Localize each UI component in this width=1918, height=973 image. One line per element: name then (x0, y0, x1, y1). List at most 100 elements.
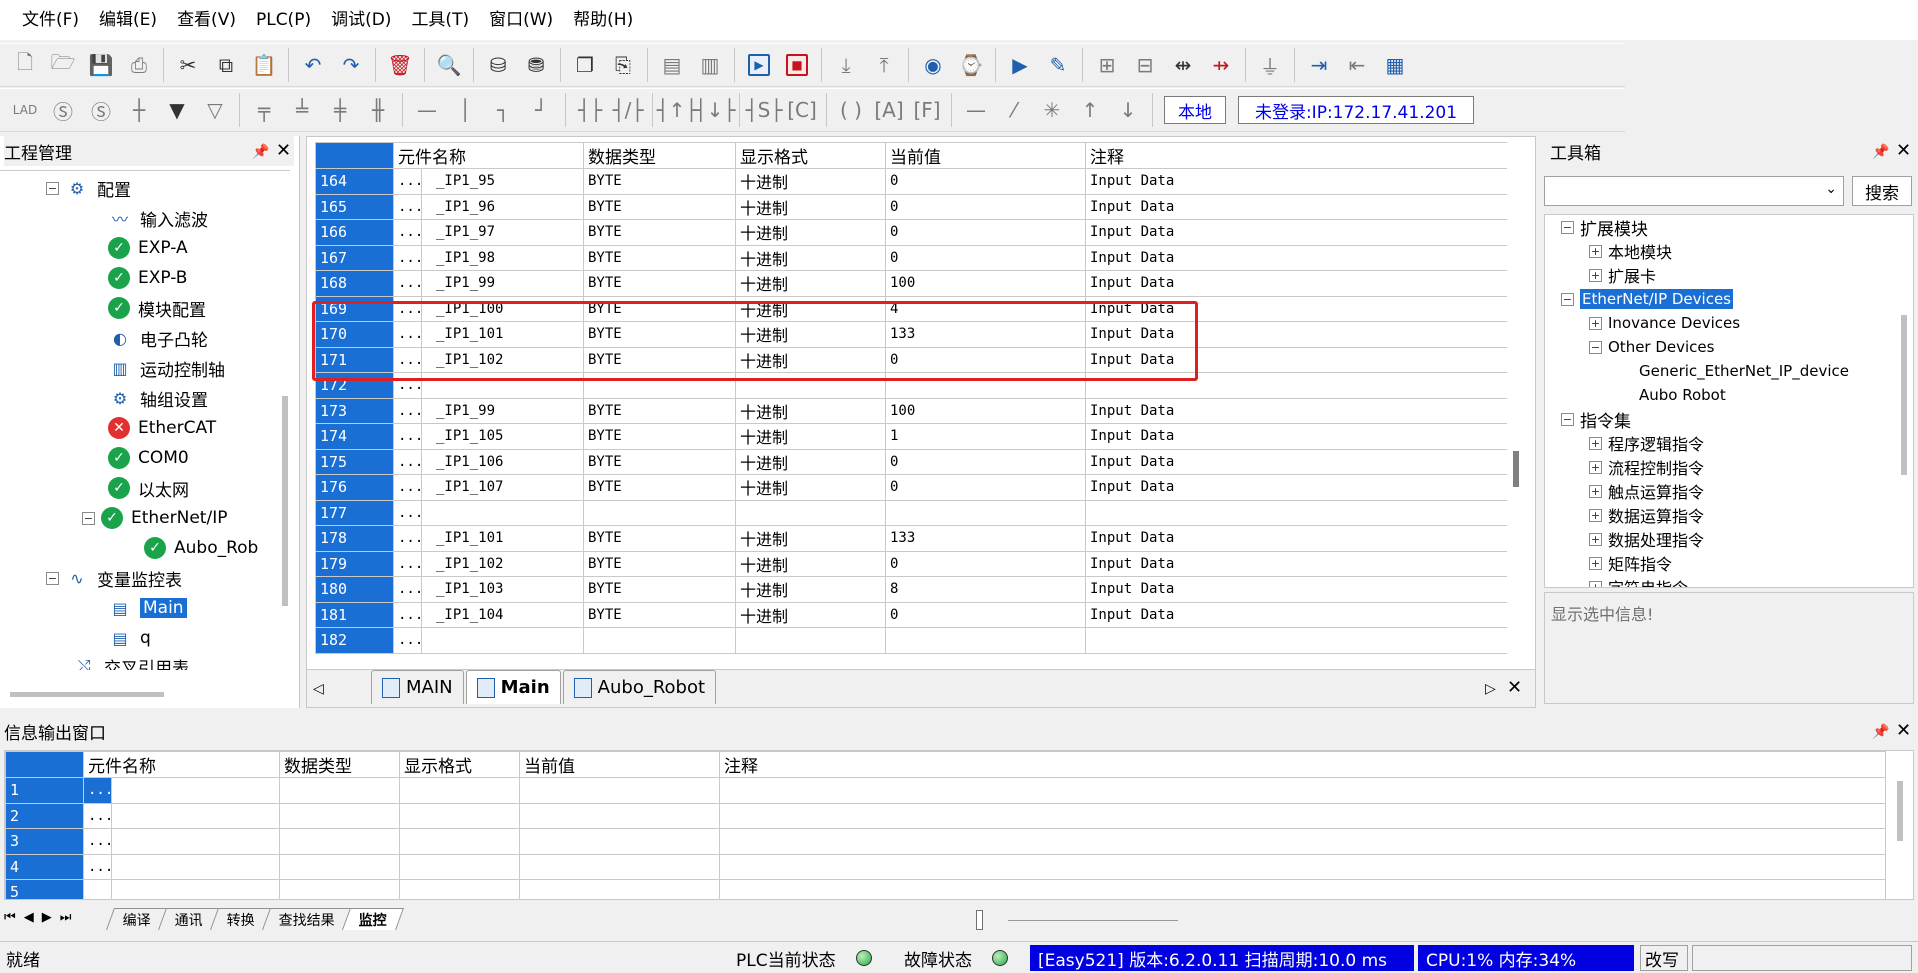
expand-icon[interactable]: + (1589, 508, 1602, 522)
collapse-icon[interactable]: − (1561, 220, 1574, 234)
cell-format[interactable]: 十进制 (735, 550, 886, 577)
menu-tools[interactable]: 工具(T) (401, 0, 479, 40)
expand-icon[interactable]: + (1589, 556, 1602, 570)
debug-run-icon[interactable]: ▶ (1003, 48, 1037, 82)
cell-note[interactable]: Input Data (1085, 219, 1507, 246)
upload-icon[interactable]: ⤒ (867, 48, 901, 82)
cell-note[interactable]: Input Data (1085, 576, 1507, 603)
coil-icon[interactable]: ( ) (834, 93, 868, 127)
cell-type[interactable]: BYTE (583, 219, 736, 246)
arrow-down-icon[interactable]: ↓ (1111, 93, 1145, 127)
tree-electronic-cam[interactable]: ◐ 电子凸轮 (108, 323, 208, 353)
output-hscroll-thumb[interactable] (976, 910, 983, 930)
row-number[interactable]: 178 (315, 525, 394, 552)
cell-value[interactable]: 0 (885, 601, 1086, 628)
cell-note[interactable]: Input Data (1085, 168, 1507, 195)
cell-note[interactable] (1085, 499, 1507, 526)
expand-icon[interactable]: + (1589, 460, 1602, 474)
toolbox-local-module[interactable]: + 本地模块 (1589, 239, 1672, 263)
network-config-icon[interactable]: ⊟ (1128, 48, 1162, 82)
menu-window[interactable]: 窗口(W) (479, 0, 563, 40)
expand-icon[interactable]: + (1589, 268, 1602, 282)
toolbox-inovance-devices[interactable]: + Inovance Devices (1589, 311, 1740, 335)
network-icon[interactable]: ⊞ (1090, 48, 1124, 82)
copy-icon[interactable]: ⧉ (209, 48, 243, 82)
table-row[interactable]: 177... (315, 499, 1507, 526)
cell-name[interactable] (421, 627, 584, 654)
cell-value[interactable]: 0 (885, 550, 1086, 577)
cell-name[interactable]: _IP1_97 (421, 219, 584, 246)
cell-value[interactable]: 0 (885, 448, 1086, 475)
nav-prev-icon[interactable]: ◀ (24, 910, 34, 925)
cell-value[interactable]: 133 (885, 525, 1086, 552)
cell-format[interactable]: 十进制 (735, 601, 886, 628)
cell-type[interactable]: BYTE (583, 423, 736, 450)
monitor-icon[interactable]: ◉ (916, 48, 950, 82)
undo-icon[interactable]: ↶ (296, 48, 330, 82)
cell-value[interactable]: 0 (885, 219, 1086, 246)
row-browse-button[interactable] (83, 879, 112, 899)
cell-format[interactable]: 十进制 (735, 244, 886, 271)
row-browse-button[interactable]: ... (83, 853, 112, 880)
connect-icon[interactable]: ⇹ (1166, 48, 1200, 82)
col-header-type[interactable]: 数据类型 (583, 142, 736, 169)
collapse-icon[interactable]: − (1589, 340, 1602, 354)
expand-icon[interactable]: + (1589, 484, 1602, 498)
pin-icon[interactable]: 📌 (1872, 724, 1889, 740)
toolbox-logic-instr[interactable]: + 程序逻辑指令 (1589, 431, 1704, 455)
col-header-name[interactable]: 元件名称 (83, 751, 280, 778)
collapse-icon[interactable]: − (82, 511, 95, 525)
cell-empty[interactable] (719, 777, 1886, 804)
col-header-format[interactable]: 显示格式 (735, 142, 886, 169)
disconnect-icon[interactable]: ⇸ (1204, 48, 1238, 82)
download-device-icon[interactable]: ⛃ (519, 48, 553, 82)
close-icon[interactable]: ✕ (1896, 140, 1911, 161)
compile-all-icon[interactable]: ▥ (693, 48, 727, 82)
col-header-note[interactable]: 注释 (1085, 142, 1507, 169)
row-number[interactable]: 5 (5, 879, 84, 899)
edit-online-icon[interactable]: ✎ (1041, 48, 1075, 82)
cell-empty[interactable] (279, 802, 400, 829)
search-icon[interactable]: 🔍 (432, 48, 466, 82)
expand-icon[interactable]: + (1589, 580, 1602, 587)
cell-format[interactable] (735, 499, 886, 526)
collapse-icon[interactable]: − (1561, 412, 1574, 426)
logout-icon[interactable]: ⇤ (1340, 48, 1374, 82)
lad-icon[interactable]: LAD (8, 93, 42, 127)
toolbox-generic-device[interactable]: Generic_EtherNet_IP_device (1639, 359, 1849, 383)
expand-icon[interactable]: + (1589, 436, 1602, 450)
nav-last-icon[interactable]: ⏭ (60, 910, 72, 925)
tab-main-upper[interactable]: MAIN (371, 670, 464, 704)
coil-c-icon[interactable]: [C] (785, 93, 819, 127)
row-browse-button[interactable]: ... (83, 802, 112, 829)
cell-empty[interactable] (399, 777, 520, 804)
cell-empty[interactable] (111, 802, 280, 829)
tab-scroll-right-icon[interactable]: ▷ (1485, 681, 1496, 697)
table-row[interactable]: 180... _IP1_103 BYTE 十进制 8 Input Data (315, 576, 1507, 603)
run-icon[interactable]: ▶ (742, 48, 776, 82)
cell-name[interactable]: _IP1_103 (421, 576, 584, 603)
tree-config[interactable]: − ⚙ 配置 (46, 173, 131, 203)
row-browse-button[interactable]: ... (393, 168, 422, 195)
cell-name[interactable]: _IP1_106 (421, 448, 584, 475)
table-row[interactable]: 179... _IP1_102 BYTE 十进制 0 Input Data (315, 550, 1507, 577)
row-browse-button[interactable]: ... (393, 448, 422, 475)
cell-name[interactable]: _IP1_99 (421, 270, 584, 297)
rung-icon-4[interactable]: ╫ (361, 93, 395, 127)
cross-icon[interactable]: ✳ (1035, 93, 1069, 127)
toolbox-instruction-set[interactable]: − 指令集 (1561, 407, 1631, 432)
row-number[interactable]: 175 (315, 448, 394, 475)
toolbox-other-devices[interactable]: − Other Devices (1589, 335, 1714, 359)
trace-icon[interactable]: ⌚ (954, 48, 988, 82)
cell-empty[interactable] (719, 853, 1886, 880)
row-browse-button[interactable]: ... (83, 828, 112, 855)
table-row[interactable]: 165... _IP1_96 BYTE 十进制 0 Input Data (315, 193, 1507, 220)
cell-format[interactable]: 十进制 (735, 397, 886, 424)
cell-note[interactable]: Input Data (1085, 525, 1507, 552)
coil-a-icon[interactable]: [A] (872, 93, 906, 127)
cell-type[interactable]: BYTE (583, 474, 736, 501)
local-button[interactable]: 本地 (1164, 96, 1226, 124)
cell-type[interactable] (583, 499, 736, 526)
table-row[interactable]: 181... _IP1_104 BYTE 十进制 0 Input Data (315, 601, 1507, 628)
line-corner2-icon[interactable]: ┘ (524, 93, 558, 127)
